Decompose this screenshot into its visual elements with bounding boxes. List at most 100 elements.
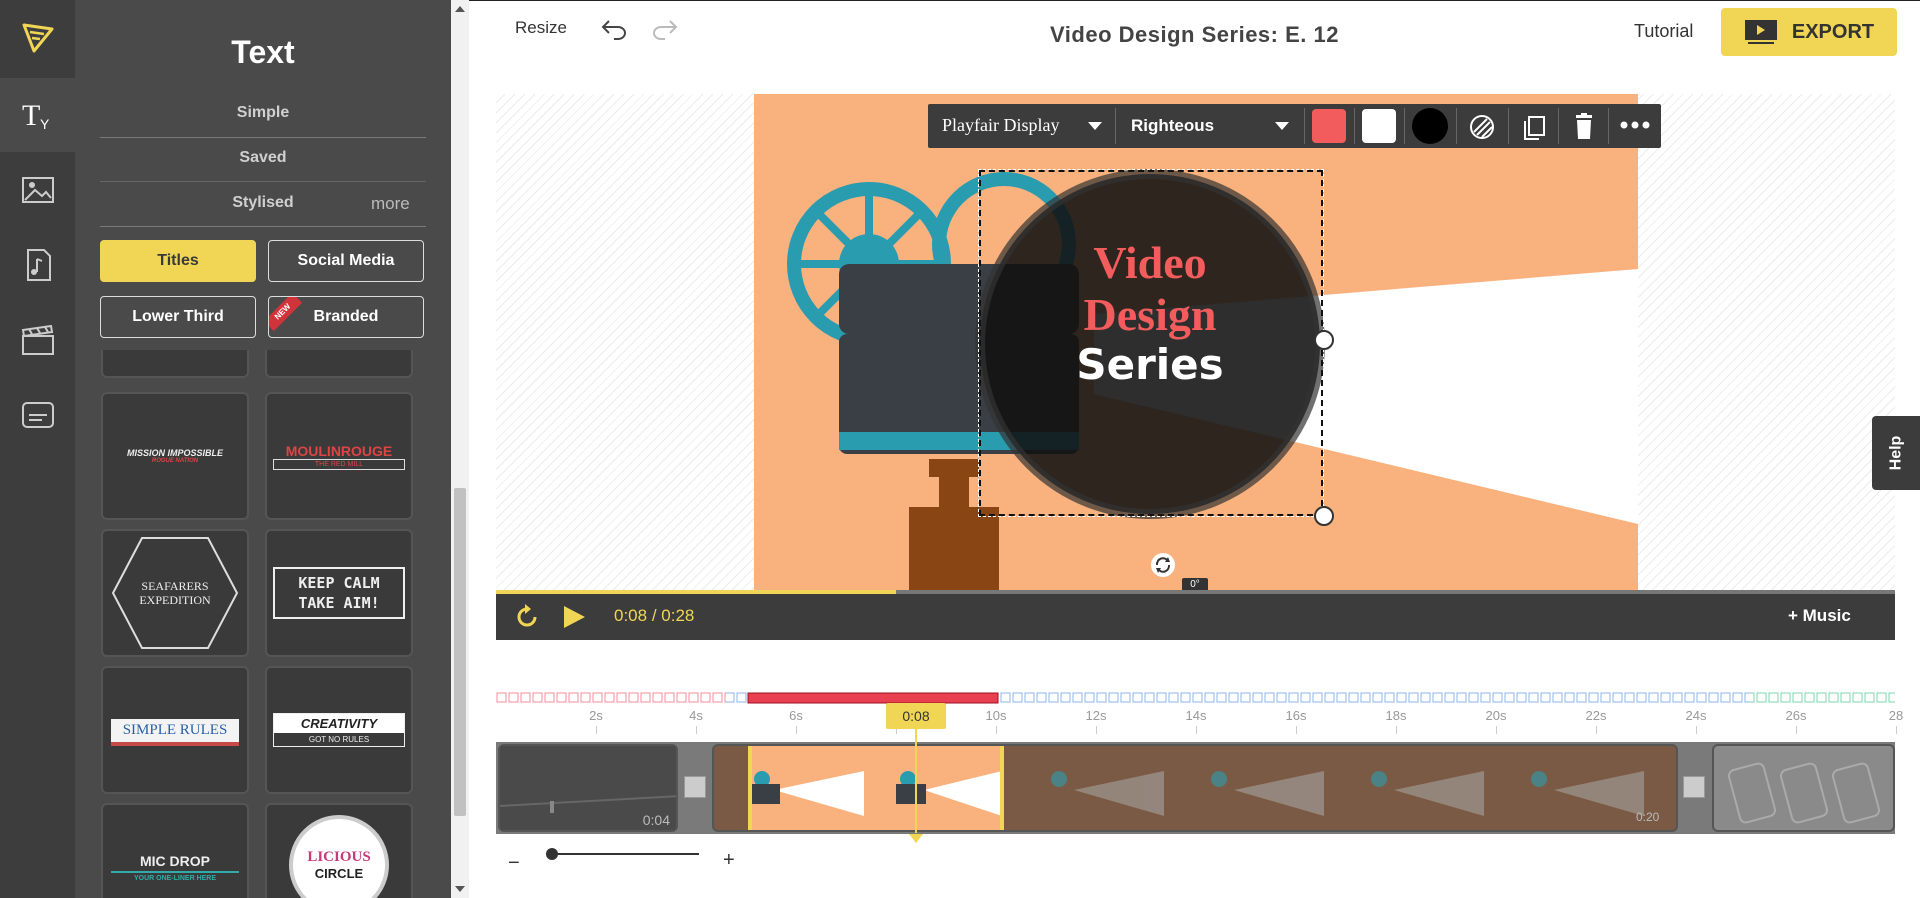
video-tool-icon[interactable] (0, 305, 75, 375)
playhead-label[interactable]: 0:08 (886, 703, 946, 729)
current-time: 0:08 (614, 606, 648, 625)
export-button[interactable]: EXPORT (1721, 8, 1897, 56)
template-line2: CIRCLE (314, 866, 364, 881)
clip-thumbnail (1714, 746, 1893, 830)
template-moulin-rouge[interactable]: MOULINROUGE THE RED MILL (265, 392, 413, 520)
resize-handle[interactable] (1314, 330, 1334, 350)
zoom-in-button[interactable]: + (723, 849, 735, 872)
tab-saved[interactable]: Saved (100, 149, 426, 167)
category-titles-button[interactable]: Titles (100, 240, 256, 282)
playback-bar (496, 590, 1895, 640)
clip-duration: 0:04 (642, 812, 670, 828)
template-line1: MIC DROP (111, 853, 239, 873)
total-time: 0:28 (661, 606, 695, 625)
rotate-icon[interactable] (1151, 553, 1175, 577)
template-seafarers[interactable]: SEAFARERS EXPEDITION (101, 529, 249, 657)
tick-label: 24s (1685, 708, 1707, 723)
template-tile[interactable] (265, 350, 413, 378)
progress-bar[interactable] (496, 590, 1895, 594)
tick-mark (1196, 726, 1197, 734)
template-line2: ROGUE NATION (151, 458, 199, 464)
template-creativity[interactable]: CREATIVITY GOT NO RULES (265, 666, 413, 794)
subtitle-tool-icon[interactable] (0, 380, 75, 450)
music-tool-icon[interactable] (0, 230, 75, 300)
template-simple-rules[interactable]: SIMPLE RULES (101, 666, 249, 794)
selection-box[interactable] (978, 169, 1324, 517)
logo-icon[interactable] (0, 2, 75, 72)
more-options-icon[interactable] (1620, 120, 1650, 130)
replay-icon[interactable] (512, 602, 542, 632)
more-link[interactable]: more (371, 194, 410, 214)
add-music-button[interactable]: + Music (1788, 606, 1851, 626)
template-tile[interactable] (101, 350, 249, 378)
toolbar-divider (1508, 108, 1509, 144)
scroll-up-icon[interactable] (455, 6, 465, 12)
project-title[interactable]: Video Design Series: E. 12 (469, 22, 1920, 48)
template-line1: CREATIVITY (274, 714, 404, 733)
help-label: Help (1886, 435, 1904, 471)
playhead-line[interactable] (915, 729, 917, 833)
transition-icon[interactable] (1683, 776, 1705, 798)
video-stage[interactable]: Video Design Series 0° (754, 94, 1638, 590)
tick-mark (996, 726, 997, 734)
clip-duration: 0:20 (1636, 810, 1660, 824)
timeline-scene-strip[interactable] (496, 692, 1895, 704)
progress-fill (496, 590, 896, 594)
svg-text:T: T (22, 99, 40, 132)
template-line2: THE RED MILL (273, 458, 405, 470)
new-badge: NEW (269, 297, 303, 332)
template-mission-impossible[interactable]: MISSION IMPOSSIBLE ROGUE NATION (101, 392, 249, 520)
font1-select-label[interactable]: Playfair Display (942, 115, 1059, 136)
timeline-clip-1[interactable]: 0:04 (498, 744, 678, 832)
image-tool-icon[interactable] (0, 155, 75, 225)
template-line2: GOT NO RULES (308, 735, 370, 744)
toolbar-divider (1456, 108, 1457, 144)
template-keep-calm[interactable]: KEEP CALM TAKE AIM! (265, 529, 413, 657)
tick-label: 10s (985, 708, 1007, 723)
template-line2: YOUR ONE-LINER HERE (133, 874, 217, 882)
zoom-out-button[interactable]: − (508, 852, 520, 875)
template-mic-drop[interactable]: MIC DROP YOUR ONE-LINER HERE (101, 803, 249, 898)
duplicate-icon[interactable] (1520, 113, 1548, 141)
tick-label: 4s (689, 708, 703, 723)
tab-divider (100, 226, 426, 227)
tick-mark (1096, 726, 1097, 734)
chevron-down-icon[interactable] (1275, 122, 1289, 130)
resize-handle[interactable] (1314, 506, 1334, 526)
tab-divider (100, 181, 426, 182)
playhead-marker-icon[interactable] (909, 834, 923, 843)
timeline-clip-2[interactable] (712, 744, 1678, 832)
panel-scroll-thumb[interactable] (454, 488, 466, 816)
help-tab[interactable]: Help (1872, 416, 1920, 490)
category-social-media-button[interactable]: Social Media (268, 240, 424, 282)
category-lower-third-button[interactable]: Lower Third (100, 296, 256, 338)
chevron-down-icon[interactable] (1088, 122, 1102, 130)
tick-mark (1396, 726, 1397, 734)
trash-icon[interactable] (1570, 112, 1598, 140)
tutorial-link[interactable]: Tutorial (1634, 21, 1693, 42)
zoom-slider[interactable] (551, 853, 699, 855)
opacity-icon[interactable] (1468, 113, 1496, 141)
panel-scrollbar[interactable] (451, 0, 469, 898)
text-panel: Text Simple Saved Stylised more Titles S… (75, 0, 451, 898)
template-licious-circle[interactable]: LICIOUS CIRCLE (265, 803, 413, 898)
scroll-down-icon[interactable] (455, 886, 465, 892)
zoom-slider-handle[interactable] (546, 848, 558, 860)
transition-icon[interactable] (684, 776, 706, 798)
timeline-clip-3[interactable] (1712, 744, 1895, 832)
time-separator: / (651, 606, 657, 625)
template-line1: SEAFARERS (141, 579, 209, 593)
font2-select-label[interactable]: Righteous (1131, 116, 1214, 136)
tab-simple[interactable]: Simple (100, 104, 426, 122)
tick-label: 6s (789, 708, 803, 723)
tick-label: 26s (1785, 708, 1807, 723)
color-swatch-red[interactable] (1312, 109, 1346, 143)
color-swatch-white[interactable] (1362, 109, 1396, 143)
category-branded-button[interactable]: NEW Branded (268, 296, 424, 338)
text-tool-icon[interactable]: TY (0, 78, 75, 152)
color-swatch-black[interactable] (1412, 108, 1448, 144)
play-icon[interactable] (561, 604, 587, 630)
tick-label: 2s (589, 708, 603, 723)
clip-thumbnail-strip (714, 746, 1676, 830)
tick-mark (1696, 726, 1697, 734)
